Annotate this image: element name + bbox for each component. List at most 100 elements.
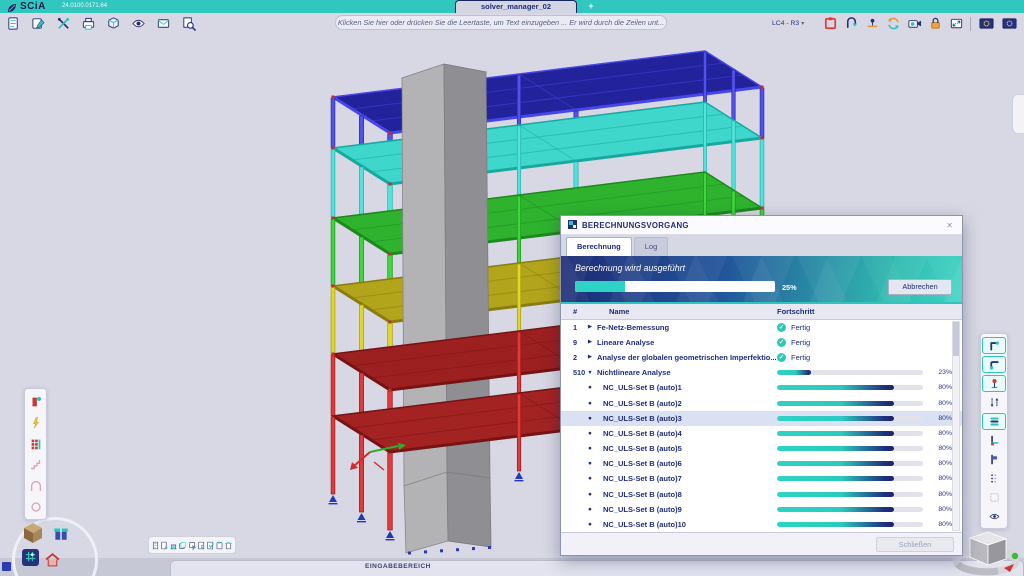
- row-progress-label: 23%: [928, 369, 952, 376]
- row-progress-label: 80%: [928, 506, 952, 513]
- container-icon[interactable]: [224, 538, 233, 552]
- search-icon[interactable]: [177, 13, 200, 34]
- visibility-icon[interactable]: [127, 13, 150, 34]
- tools-icon[interactable]: [52, 13, 75, 34]
- row-number: 9: [561, 338, 583, 347]
- arrows-updown-icon[interactable]: [982, 394, 1006, 411]
- load-case-selector[interactable]: LC4 - R3▾: [772, 16, 818, 31]
- building-icon[interactable]: [169, 538, 178, 552]
- table-row[interactable]: 1▶Fe-Netz-Bemessung✓Fertig: [561, 320, 962, 335]
- expand-right-icon[interactable]: ▶: [583, 324, 597, 330]
- beam-node-2-icon[interactable]: [982, 356, 1006, 373]
- close-icon[interactable]: ✕: [944, 221, 955, 230]
- side-panel-handle[interactable]: [1012, 94, 1024, 134]
- row-name: NC_ULS-Set B (auto)7: [597, 474, 777, 483]
- document-tab[interactable]: solver_manager_02: [455, 0, 577, 13]
- check-circle-icon: ✓: [777, 353, 786, 362]
- table-row[interactable]: ●NC_ULS-Set B (auto)280%: [561, 395, 962, 410]
- row-progress-label: 80%: [928, 445, 952, 452]
- concrete-core-base[interactable]: [404, 472, 491, 555]
- header-number: #: [561, 307, 595, 316]
- scrollbar-thumb[interactable]: [953, 322, 959, 356]
- toolbox-icon[interactable]: [52, 524, 70, 545]
- pin-red-icon[interactable]: [982, 375, 1006, 392]
- refresh-icon[interactable]: [883, 13, 903, 34]
- flag-eu-1-icon[interactable]: [975, 13, 997, 34]
- beam-flag-icon[interactable]: [982, 451, 1006, 468]
- grid-red-icon[interactable]: [26, 434, 45, 453]
- table-row[interactable]: ●NC_ULS-Set B (auto)1080%: [561, 517, 962, 532]
- table-row[interactable]: ●NC_ULS-Set B (auto)880%: [561, 487, 962, 502]
- layers-stack-icon[interactable]: [982, 413, 1006, 430]
- row-progress: 80%: [777, 521, 962, 528]
- title-bar: SCiA 24.0100.0171.64 solver_manager_02 +: [0, 0, 1024, 13]
- clipboard-frame-icon[interactable]: [820, 13, 840, 34]
- table-row[interactable]: ●NC_ULS-Set B (auto)980%: [561, 502, 962, 517]
- circle-icon[interactable]: [26, 497, 45, 516]
- table-row[interactable]: ●NC_ULS-Set B (auto)180%: [561, 380, 962, 395]
- layers-copy-icon[interactable]: [178, 538, 187, 552]
- tab-berechnung[interactable]: Berechnung: [566, 237, 632, 256]
- cancel-button[interactable]: Abbrechen: [888, 279, 952, 295]
- stairs-icon[interactable]: [26, 455, 45, 474]
- bullet-icon: ●: [583, 521, 597, 528]
- section-icon[interactable]: [26, 392, 45, 411]
- table-row[interactable]: 2▶Analyse der globalen geometrischen Imp…: [561, 350, 962, 365]
- row-progress: 80%: [777, 475, 962, 482]
- tab-log[interactable]: Log: [634, 237, 669, 256]
- bullet-icon: ●: [583, 491, 597, 498]
- fullscreen-icon[interactable]: [946, 13, 966, 34]
- dots-grid-icon[interactable]: [982, 470, 1006, 487]
- table-row[interactable]: ●NC_ULS-Set B (auto)680%: [561, 456, 962, 471]
- selection-box-icon[interactable]: [982, 489, 1006, 506]
- bullet-icon: ●: [583, 475, 597, 482]
- expand-right-icon[interactable]: ▶: [583, 354, 597, 360]
- beam-load-icon[interactable]: [982, 432, 1006, 449]
- table-row[interactable]: ●NC_ULS-Set B (auto)380%: [561, 411, 962, 426]
- row-name: NC_ULS-Set B (auto)8: [597, 490, 777, 499]
- table-row[interactable]: ●NC_ULS-Set B (auto)580%: [561, 441, 962, 456]
- model-view-icon[interactable]: [102, 13, 125, 34]
- row-name: NC_ULS-Set B (auto)6: [597, 459, 777, 468]
- ucs-axes[interactable]: [350, 443, 406, 470]
- table-row[interactable]: 9▶Lineare Analyse✓Fertig: [561, 335, 962, 350]
- beam-node-1-icon[interactable]: [982, 337, 1006, 354]
- flag-eu-2-icon[interactable]: [998, 13, 1020, 34]
- support-node-icon[interactable]: [862, 13, 882, 34]
- table-row[interactable]: ●NC_ULS-Set B (auto)780%: [561, 471, 962, 486]
- toolbar-separator: [970, 17, 971, 31]
- open-project-icon[interactable]: [27, 13, 50, 34]
- row-progress-label: 80%: [928, 521, 952, 528]
- undo-icon[interactable]: [841, 13, 861, 34]
- expand-right-icon[interactable]: ▶: [583, 339, 597, 345]
- dialog-title-bar[interactable]: BERECHNUNGSVORGANG ✕: [561, 216, 962, 235]
- lock-icon[interactable]: [925, 13, 945, 34]
- row-progress: 80%: [777, 506, 962, 513]
- bim-grid-icon[interactable]: [22, 549, 39, 566]
- print-icon[interactable]: [77, 13, 100, 34]
- new-tab-button[interactable]: +: [585, 0, 597, 13]
- document-export-icon[interactable]: [160, 538, 169, 552]
- header-name: Name: [609, 307, 777, 316]
- model-cube-icon[interactable]: [20, 519, 46, 548]
- document-icon[interactable]: [151, 538, 160, 552]
- collapse-icon[interactable]: ▼: [583, 370, 597, 376]
- visibility-small-icon[interactable]: [982, 508, 1006, 525]
- command-line-input[interactable]: Klicken Sie hier oder drücken Sie die Le…: [335, 15, 667, 30]
- document-settings-icon[interactable]: [197, 538, 206, 552]
- arch-icon[interactable]: [26, 476, 45, 495]
- table-row[interactable]: ●NC_ULS-Set B (auto)480%: [561, 426, 962, 441]
- bolt-icon[interactable]: [26, 413, 45, 432]
- row-progress-label: 80%: [928, 384, 952, 391]
- clipboard-icon[interactable]: [215, 538, 224, 552]
- layer-export-icon[interactable]: [188, 538, 197, 552]
- messages-icon[interactable]: [152, 13, 175, 34]
- document-check-icon[interactable]: [206, 538, 215, 552]
- home-icon[interactable]: [44, 551, 61, 571]
- close-button[interactable]: Schließen: [876, 537, 954, 552]
- input-panel-bar[interactable]: [170, 560, 1024, 576]
- row-number: 1: [561, 323, 583, 332]
- table-row[interactable]: 510▼Nichtlineare Analyse23%: [561, 365, 962, 380]
- view-camera-icon[interactable]: [904, 13, 924, 34]
- row-name: NC_ULS-Set B (auto)1: [597, 383, 777, 392]
